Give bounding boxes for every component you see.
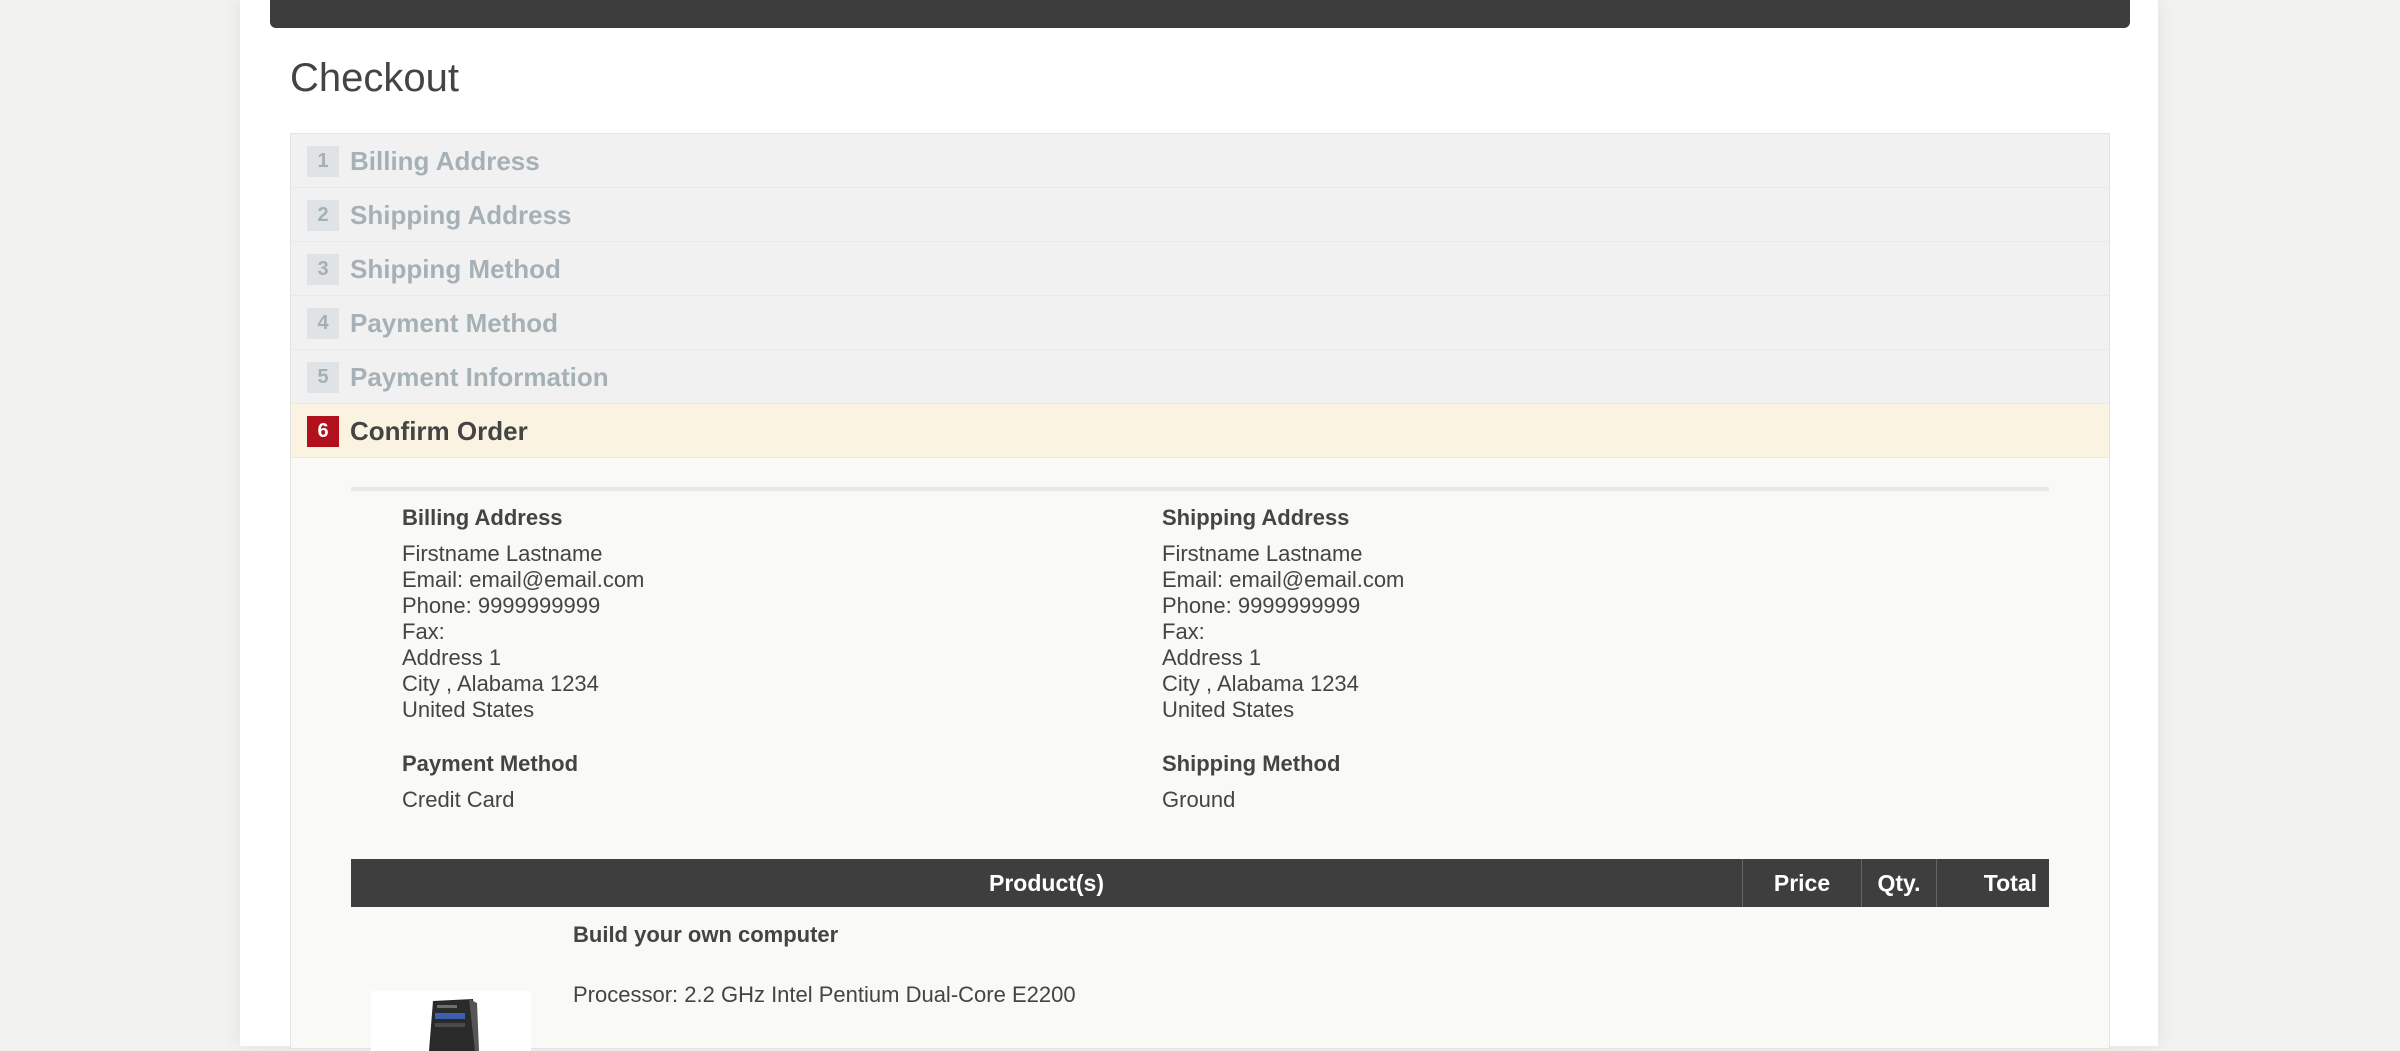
step-billing-address[interactable]: 1 Billing Address [291, 134, 2109, 188]
billing-country: United States [402, 697, 535, 722]
shipping-city: City , Alabama 1234 [1162, 671, 1359, 696]
confirm-order-panel: Billing Address Firstname Lastname Email… [291, 458, 2109, 1051]
product-column-header: Product(s) [989, 870, 1104, 896]
shipping-heading: Shipping Address [1162, 505, 1350, 530]
product-attribute: Processor: 2.2 GHz Intel Pentium Dual-Co… [573, 982, 1076, 1007]
shipping-fax: Fax: [1162, 619, 1205, 644]
shipping-country: United States [1162, 697, 1295, 722]
qty-column-header: Qty. [1861, 859, 1936, 907]
shipping-address: Address 1 [1162, 645, 1262, 670]
billing-info: Billing Address Firstname Lastname Email… [402, 505, 1042, 723]
billing-name: Firstname Lastname [402, 541, 603, 566]
step-payment-information[interactable]: 5 Payment Information [291, 350, 2109, 404]
shipping-name: Firstname Lastname [1162, 541, 1363, 566]
step-number: 4 [307, 308, 339, 339]
price-column-header: Price [1742, 859, 1861, 907]
billing-heading: Billing Address [402, 505, 563, 530]
billing-city: City , Alabama 1234 [402, 671, 599, 696]
step-payment-method[interactable]: 4 Payment Method [291, 296, 2109, 350]
shipping-method-info: Shipping Method Ground [1162, 751, 1802, 813]
section-divider [351, 487, 2049, 491]
step-title: Confirm Order [350, 416, 528, 446]
payment-method-info: Payment Method Credit Card [402, 751, 1042, 813]
shipping-method-value: Ground [1162, 787, 1236, 812]
checkout-steps: 1 Billing Address 2 Shipping Address 3 S… [290, 133, 2110, 1051]
shipping-method-heading: Shipping Method [1162, 751, 1341, 776]
computer-case-icon [371, 991, 531, 1051]
top-navigation-bar [270, 0, 2130, 28]
product-name[interactable]: Build your own computer [573, 922, 838, 948]
step-title: Payment Information [350, 362, 609, 392]
billing-email: Email: email@email.com [402, 567, 645, 592]
product-thumbnail[interactable] [371, 991, 531, 1051]
billing-fax: Fax: [402, 619, 445, 644]
step-number: 6 [307, 416, 339, 447]
payment-method-value: Credit Card [402, 787, 515, 812]
step-number: 5 [307, 362, 339, 393]
step-shipping-address[interactable]: 2 Shipping Address [291, 188, 2109, 242]
step-title: Payment Method [350, 308, 559, 338]
step-title: Billing Address [350, 146, 540, 176]
shipping-info: Shipping Address Firstname Lastname Emai… [1162, 505, 1802, 723]
order-table-header: Product(s) Price Qty. Total [351, 859, 2049, 907]
step-number: 2 [307, 200, 339, 231]
page-title: Checkout [290, 56, 459, 100]
step-shipping-method[interactable]: 3 Shipping Method [291, 242, 2109, 296]
step-title: Shipping Address [350, 200, 572, 230]
page-shell: Checkout 1 Billing Address 2 Shipping Ad… [240, 0, 2158, 1051]
step-number: 3 [307, 254, 339, 285]
payment-method-heading: Payment Method [402, 751, 579, 776]
step-number: 1 [307, 146, 339, 177]
step-title: Shipping Method [350, 254, 561, 284]
shipping-email: Email: email@email.com [1162, 567, 1405, 592]
shipping-phone: Phone: 9999999999 [1162, 593, 1361, 618]
billing-address: Address 1 [402, 645, 502, 670]
total-column-header: Total [1936, 859, 2049, 907]
step-confirm-order[interactable]: 6 Confirm Order [291, 404, 2109, 458]
billing-phone: Phone: 9999999999 [402, 593, 601, 618]
